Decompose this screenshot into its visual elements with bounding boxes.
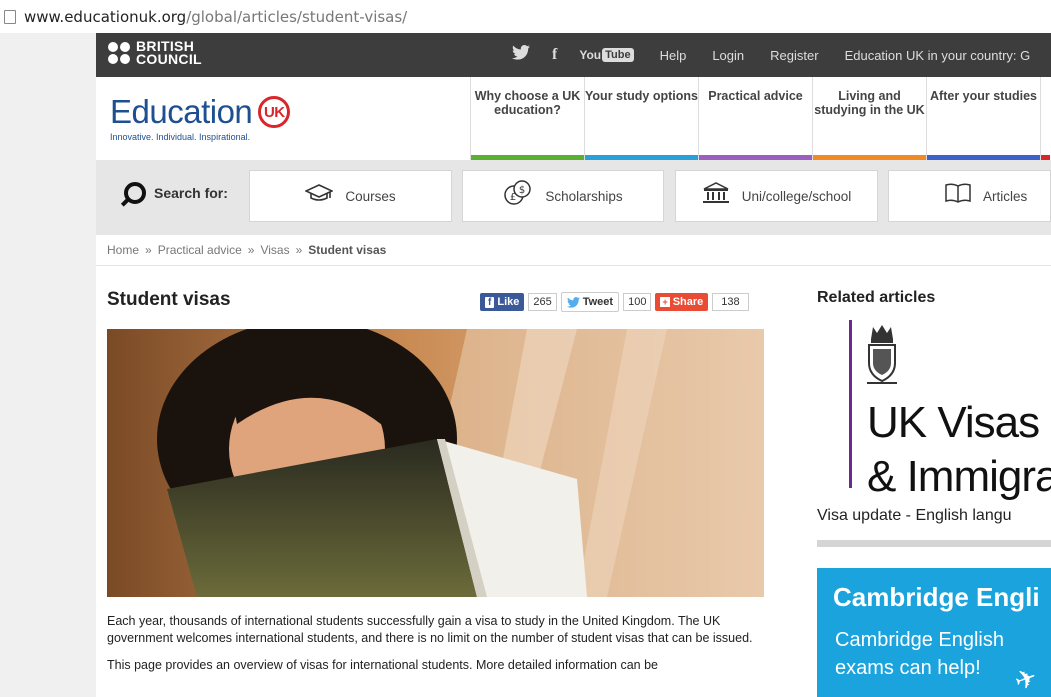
page-title: Student visas <box>107 289 231 310</box>
article-paragraph: This page provides an overview of visas … <box>107 658 658 672</box>
uk-mark-icon: UK <box>258 96 291 128</box>
twitter-bird-icon <box>566 296 580 308</box>
svg-text:$: $ <box>519 185 525 196</box>
breadcrumb-visas[interactable]: Visas <box>260 243 289 257</box>
uk-visas-line1: UK Visas <box>867 398 1040 447</box>
education-uk-logo[interactable]: Education UK Innovative. Individual. Insp… <box>110 93 291 142</box>
nav-why-choose[interactable]: Why choose a UK education? <box>470 77 584 160</box>
tweet-button[interactable]: Tweet <box>560 292 620 312</box>
hero-image-student-reading <box>107 329 764 597</box>
share-label: Share <box>672 296 704 308</box>
nav-practical-advice[interactable]: Practical advice <box>698 77 812 160</box>
breadcrumb-practical-advice[interactable]: Practical advice <box>158 243 242 257</box>
brand-line2: COUNCIL <box>136 51 202 67</box>
cambridge-english-ad[interactable]: Cambridge Engli Cambridge English exams … <box>817 568 1051 697</box>
british-council-logo[interactable]: BRITISH COUNCIL <box>108 39 202 67</box>
related-article-caption[interactable]: Visa update - English langu <box>817 507 1051 525</box>
article-paragraph: Each year, thousands of international st… <box>107 614 753 645</box>
coins-icon: $ £ <box>503 179 533 213</box>
airplane-icon: ✈ <box>1010 661 1042 697</box>
breadcrumb-current: Student visas <box>308 243 387 257</box>
graduation-cap-icon <box>304 183 335 209</box>
youtube-tube: Tube <box>602 48 634 62</box>
nav-more[interactable] <box>1040 77 1050 160</box>
breadcrumb-separator: » <box>247 243 255 257</box>
share-button[interactable]: + Share <box>655 293 709 311</box>
british-council-dots-icon <box>108 42 130 64</box>
separator-bar <box>817 540 1051 547</box>
left-gutter <box>0 33 96 697</box>
twitter-icon[interactable] <box>512 45 530 65</box>
url-path: /global/articles/student-visas/ <box>186 7 408 26</box>
ad-subtitle: Cambridge English exams can help! <box>835 626 1004 682</box>
facebook-icon[interactable]: f <box>552 46 557 64</box>
nav-label: After your studies <box>930 89 1037 103</box>
scholarships-label: Scholarships <box>545 188 623 204</box>
country-selector[interactable]: Education UK in your country: G <box>845 48 1031 63</box>
search-bar: Search for: Courses $ £ Scholarships Uni/… <box>96 160 1051 235</box>
plus-icon: + <box>660 297 670 307</box>
youtube-icon[interactable]: You Tube <box>579 48 634 62</box>
courses-label: Courses <box>345 188 396 204</box>
share-count: 138 <box>712 293 749 311</box>
related-article-visa-card[interactable]: UK Visas & Immigrat <box>817 320 1051 501</box>
breadcrumb-home[interactable]: Home <box>107 243 139 257</box>
nav-label: Living and studying in the UK <box>814 89 925 117</box>
purple-divider <box>849 320 852 488</box>
address-bar[interactable]: www.educationuk.org/global/articles/stud… <box>0 0 1051 33</box>
articles-label: Articles <box>983 188 1028 204</box>
like-count: 265 <box>528 293 557 311</box>
related-articles-heading: Related articles <box>817 289 936 306</box>
share-bar: f Like 265 Tweet 100 + Share 138 <box>480 292 753 312</box>
nav-label: Why choose a UK education? <box>474 89 581 117</box>
search-articles-button[interactable]: Articles <box>888 170 1051 222</box>
nav-label: Practical advice <box>708 89 803 103</box>
ad-title: Cambridge Engli <box>833 582 1040 612</box>
youtube-you: You <box>579 48 602 62</box>
register-link[interactable]: Register <box>770 48 818 63</box>
institutions-label: Uni/college/school <box>741 188 852 204</box>
main-nav: Why choose a UK education? Your study op… <box>470 77 1050 160</box>
page-icon <box>4 9 16 24</box>
divider <box>96 265 1051 266</box>
facebook-icon: f <box>485 296 495 308</box>
breadcrumb: Home » Practical advice » Visas » Student visa… <box>107 243 386 257</box>
nav-living-studying[interactable]: Living and studying in the UK <box>812 77 926 160</box>
logo-tagline: Innovative. Individual. Inspirational. <box>110 132 251 142</box>
help-link[interactable]: Help <box>660 48 687 63</box>
search-label-text: Search for: <box>154 185 228 201</box>
login-link[interactable]: Login <box>712 48 744 63</box>
institution-building-icon <box>702 182 730 210</box>
search-icon <box>124 182 146 204</box>
site-header: Education UK Innovative. Individual. Insp… <box>96 77 1051 160</box>
breadcrumb-separator: » <box>295 243 303 257</box>
tweet-count: 100 <box>623 293 652 311</box>
search-label: Search for: <box>124 182 228 204</box>
like-label: Like <box>497 296 520 308</box>
book-icon <box>945 183 971 209</box>
breadcrumb-separator: » <box>145 243 152 257</box>
search-courses-button[interactable]: Courses <box>249 170 452 222</box>
uk-visas-line2: & Immigrat <box>867 452 1051 501</box>
ad-line2: exams can help! <box>835 657 981 679</box>
nav-after-studies[interactable]: After your studies <box>926 77 1040 160</box>
nav-study-options[interactable]: Your study options <box>584 77 698 160</box>
nav-label: Your study options <box>585 89 698 103</box>
royal-crest-icon <box>867 325 897 384</box>
logo-word: Education <box>110 93 253 130</box>
ad-line1: Cambridge English <box>835 629 1004 651</box>
svg-text:£: £ <box>510 192 516 203</box>
tweet-label: Tweet <box>582 296 614 308</box>
facebook-like-button[interactable]: f Like <box>480 293 525 311</box>
search-scholarships-button[interactable]: $ £ Scholarships <box>462 170 664 222</box>
article-body: Each year, thousands of international st… <box>107 613 772 684</box>
search-institutions-button[interactable]: Uni/college/school <box>675 170 878 222</box>
top-bar: BRITISH COUNCIL f You Tube Help Login Regi… <box>96 33 1051 77</box>
url-host: www.educationuk.org <box>24 7 187 26</box>
top-nav: f You Tube Help Login Register Education … <box>512 33 1030 77</box>
